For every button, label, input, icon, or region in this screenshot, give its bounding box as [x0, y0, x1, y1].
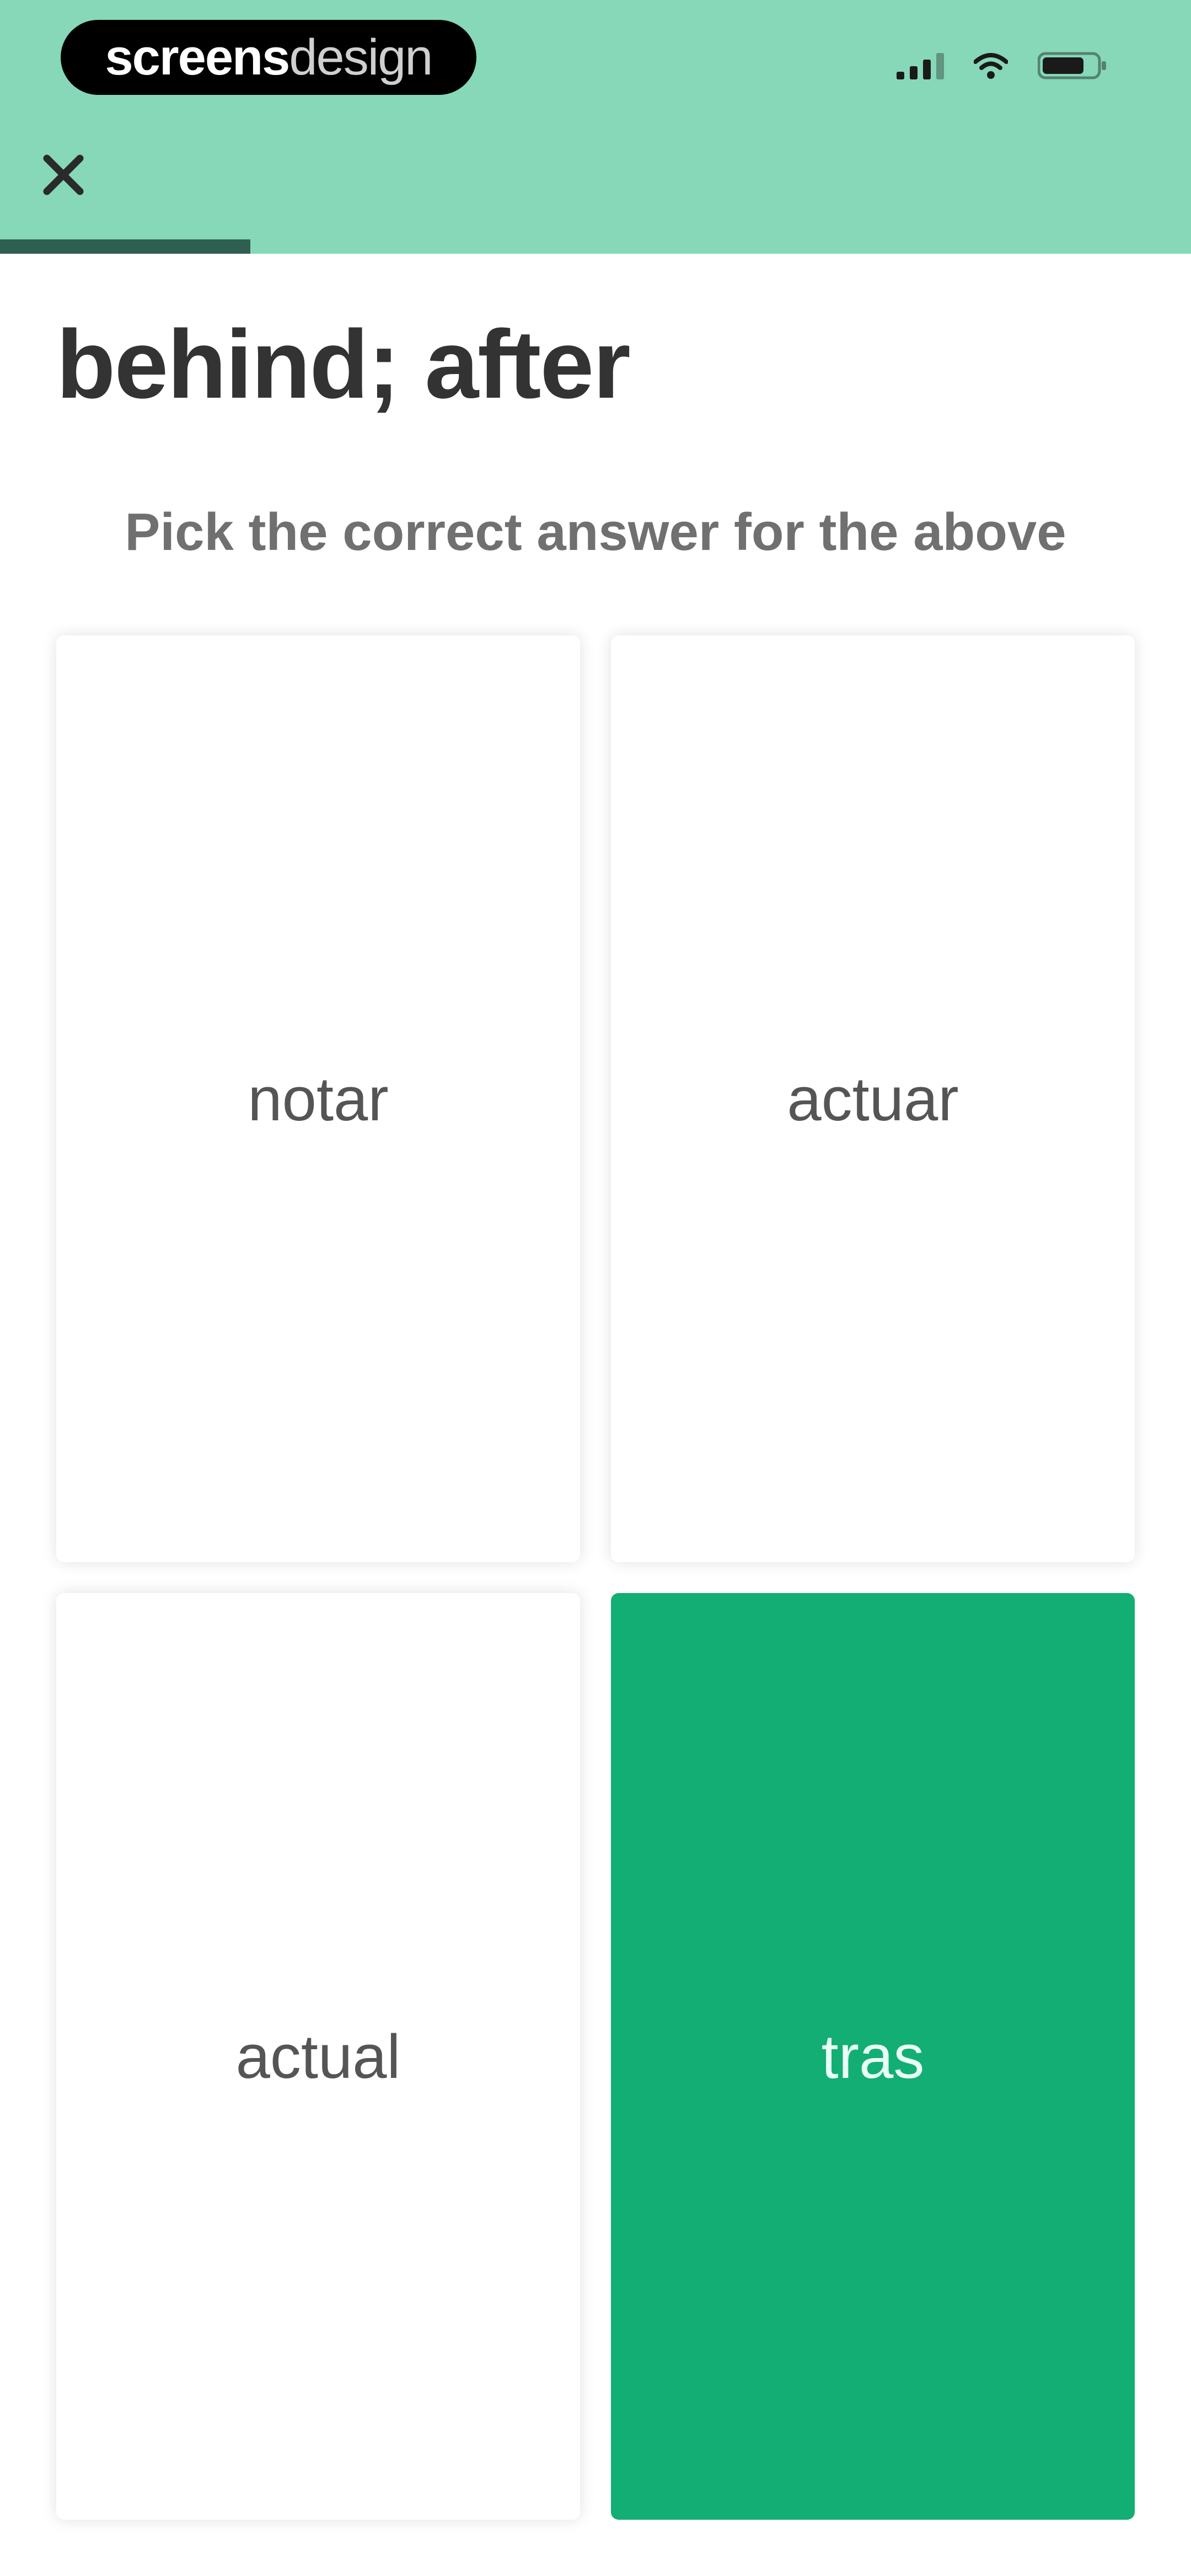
prompt-word: behind; after [56, 311, 631, 419]
instruction-text: Pick the correct answer for the above [125, 503, 1066, 562]
brand-logo: screens design [61, 20, 476, 95]
battery-icon [1038, 51, 1108, 80]
header: screens design [0, 0, 1191, 254]
brand-part-1: screens [105, 29, 291, 85]
signal-icon [897, 52, 944, 79]
answer-option-actuar[interactable]: actuar [611, 635, 1135, 1562]
wifi-icon [974, 52, 1008, 79]
answer-option-actual[interactable]: actual [56, 1593, 580, 2520]
close-button[interactable] [33, 145, 94, 205]
answer-option-tras[interactable]: tras [611, 1593, 1135, 2520]
answer-option-label: actuar [787, 1064, 959, 1134]
brand-part-2: design [289, 29, 433, 85]
quiz-screen: screens design behind; after Pick the co… [0, 0, 1191, 2576]
answer-option-label: tras [821, 2022, 925, 2091]
answer-option-label: notar [248, 1064, 389, 1134]
progress-bar [0, 239, 1191, 254]
progress-fill [0, 239, 250, 254]
status-bar-icons [897, 46, 1108, 85]
answer-option-label: actual [235, 2022, 401, 2091]
answer-option-notar[interactable]: notar [56, 635, 580, 1562]
close-icon [43, 154, 84, 195]
